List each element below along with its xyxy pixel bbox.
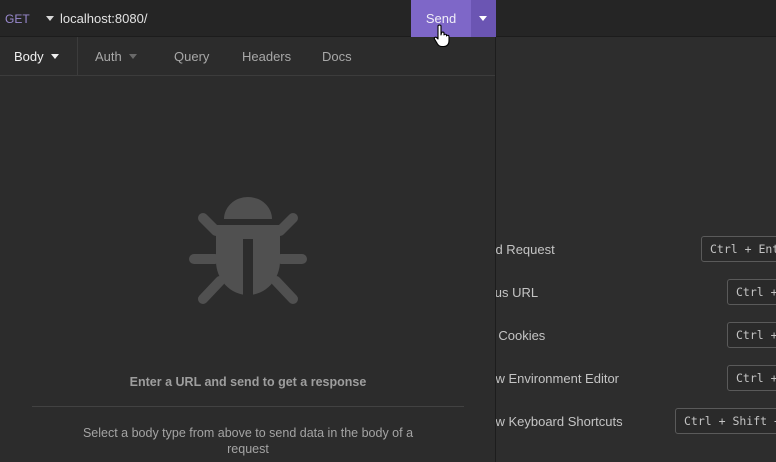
bug-icon <box>189 197 307 304</box>
empty-state-title: Enter a URL and send to get a response <box>129 375 367 389</box>
tab-headers[interactable]: Headers <box>242 37 291 76</box>
tab-label: Body <box>14 49 44 64</box>
tab-label: Auth <box>95 49 122 64</box>
shortcut-label: how Environment Editor <box>481 371 620 386</box>
tab-label: Query <box>174 49 210 64</box>
method-selector[interactable]: GET <box>5 12 30 26</box>
shortcut-keys: Ctrl + <box>727 322 776 348</box>
request-pane: Body Auth Query Headers Docs Enter a URL… <box>0 37 496 462</box>
shortcut-keys: Ctrl + Shift + <box>675 408 776 434</box>
tab-docs[interactable]: Docs <box>322 37 352 76</box>
chevron-down-icon <box>128 54 137 59</box>
url-input[interactable]: localhost:8080/ <box>60 11 147 26</box>
shortcut-keys: Ctrl + <box>727 365 776 391</box>
url-history-dropdown-icon[interactable] <box>46 16 54 21</box>
request-tabs: Body Auth Query Headers Docs <box>0 37 495 76</box>
chevron-down-icon <box>479 16 487 21</box>
shortcut-label: how Keyboard Shortcuts <box>481 414 623 429</box>
send-options-dropdown[interactable] <box>471 0 496 37</box>
shortcut-keys: Ctrl + Ente <box>701 236 776 262</box>
chevron-down-icon <box>50 54 59 59</box>
tab-query[interactable]: Query <box>174 37 209 76</box>
hand-cursor-icon <box>433 24 450 48</box>
tab-body[interactable]: Body <box>14 37 59 76</box>
shortcut-keys: Ctrl + <box>727 279 776 305</box>
tab-auth[interactable]: Auth <box>95 37 137 76</box>
empty-state-hint: Select a body type from above to send da… <box>82 426 414 456</box>
tab-divider <box>77 37 78 76</box>
url-bar: GET localhost:8080/ Send <box>0 0 776 37</box>
app-window: end Request Ctrl + Ente ocus URL Ctrl + … <box>0 0 776 462</box>
divider <box>32 406 464 407</box>
tab-label: Headers <box>242 49 292 64</box>
tab-label: Docs <box>322 49 352 64</box>
